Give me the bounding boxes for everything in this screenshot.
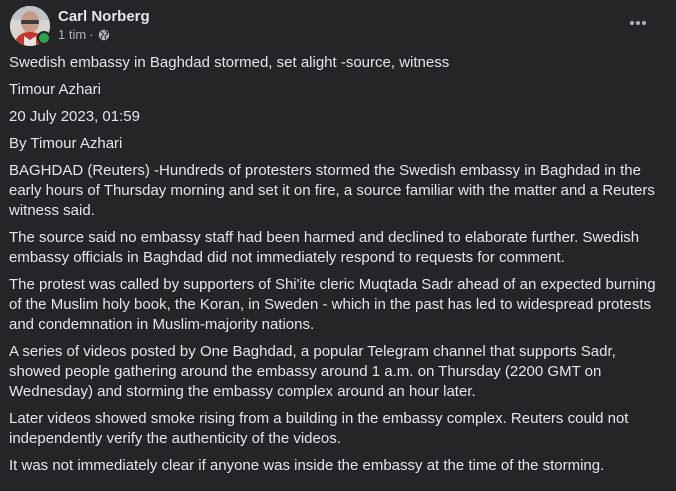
post-paragraph: The protest was called by supporters of … [9,276,656,333]
post-paragraph: It was not immediately clear if anyone w… [9,457,605,474]
post-headline: Swedish embassy in Baghdad stormed, set … [9,54,450,71]
post-paragraph: A series of videos posted by One Baghdad… [9,343,616,400]
post-time[interactable]: 1 tim [58,27,86,42]
post-paragraph: The source said no embassy staff had bee… [9,229,640,266]
post-paragraph: Later videos showed smoke rising from a … [9,410,629,447]
author-name[interactable]: Carl Norberg [58,8,150,25]
avatar-container[interactable] [10,6,51,46]
post-meta: 1 tim · [58,27,110,42]
globe-icon[interactable] [98,29,110,41]
online-status-dot [37,31,51,45]
more-options-dot [636,21,640,25]
post-date: 20 July 2023, 01:59 [9,108,140,125]
more-options-button[interactable] [626,11,650,35]
post-byline: By Timour Azhari [9,135,123,152]
post-paragraph: BAGHDAD (Reuters) -Hundreds of protester… [9,162,655,219]
meta-separator: · [89,27,94,42]
more-options-dot [642,21,647,25]
post-byline-name: Timour Azhari [9,81,101,98]
post-text: Swedish embassy in Baghdad stormed, set … [9,53,665,483]
post-card: Carl Norberg 1 tim · Swedish embassy in … [0,0,676,491]
post-header: Carl Norberg 1 tim · [10,6,666,48]
more-options-icon [629,21,634,25]
